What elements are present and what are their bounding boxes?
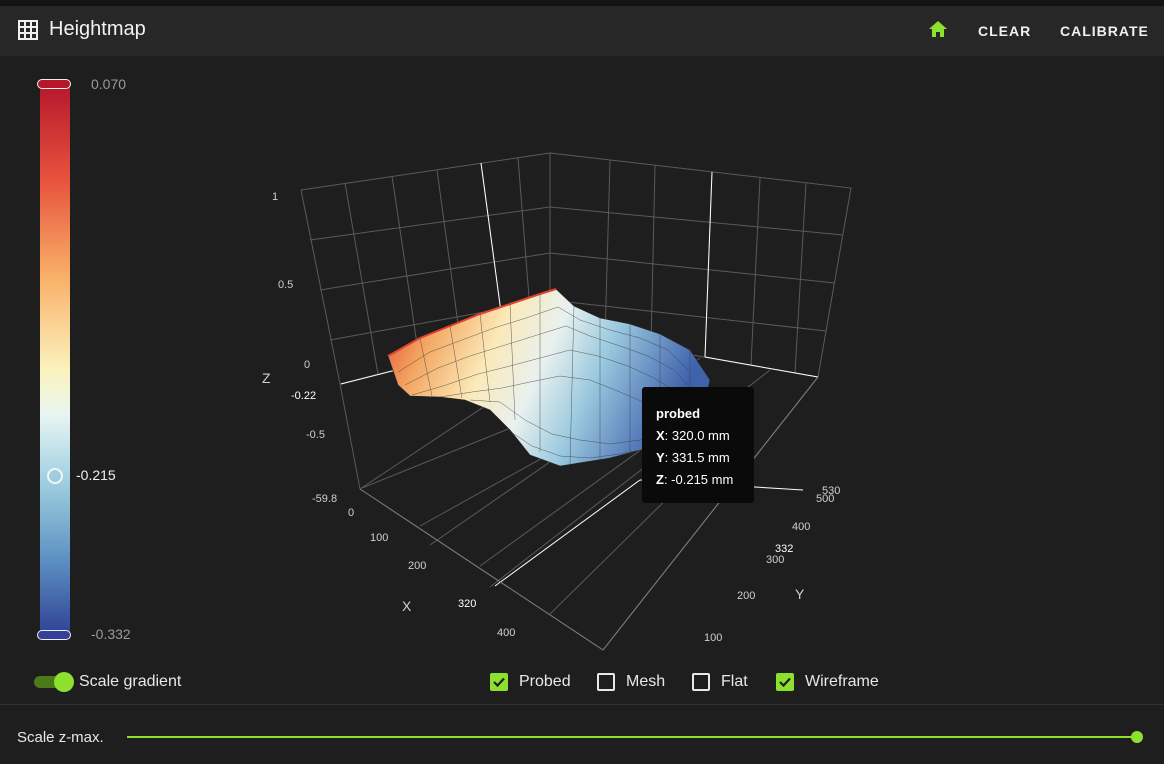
tooltip-x-row: X: 320.0 mm	[656, 425, 754, 447]
heightmap-panel: Heightmap CLEAR CALIBRATE 0.070 -0.215 -…	[0, 0, 1164, 764]
divider	[0, 704, 1164, 705]
x-tick-400: 400	[497, 627, 515, 639]
scale-max-handle[interactable]	[37, 79, 71, 89]
clear-button[interactable]: CLEAR	[974, 16, 1035, 46]
scale-gradient-label: Scale gradient	[79, 673, 182, 690]
z-axis-title: Z	[262, 370, 271, 386]
z-tick-1: 1	[272, 191, 278, 203]
scale-max-label: 0.070	[91, 76, 127, 92]
titlebar: Heightmap CLEAR CALIBRATE	[0, 0, 1164, 56]
y-tick-300: 300	[766, 554, 784, 566]
x-tick-0: 0	[348, 507, 354, 519]
z-tick-current: -0.22	[291, 390, 316, 402]
scale-marker-label: -0.215	[76, 467, 116, 483]
home-icon	[929, 21, 947, 37]
mesh-checkbox[interactable]	[597, 673, 615, 691]
y-tick-max: 530	[822, 485, 840, 497]
flat-label: Flat	[721, 673, 748, 690]
probed-label: Probed	[519, 673, 571, 690]
surface-plot[interactable]: Z X Y 1 0.5 0 -0.22 -0.5 -59.8 0 100 200…	[250, 140, 880, 660]
y-tick-400: 400	[792, 521, 810, 533]
z-tick-minus-0-5: -0.5	[306, 429, 325, 441]
color-scale-bar	[40, 83, 70, 637]
tooltip-y-value: : 331.5 mm	[664, 450, 730, 465]
tooltip-x-value: : 320.0 mm	[664, 428, 730, 443]
zmax-slider-thumb[interactable]	[1131, 731, 1143, 743]
tooltip-z-row: Z: -0.215 mm	[656, 469, 754, 491]
page-title: Heightmap	[49, 18, 146, 40]
scale-min-label: -0.332	[91, 626, 131, 642]
z-tick-0-5: 0.5	[278, 279, 293, 291]
toggle-knob	[54, 672, 74, 692]
wireframe-label: Wireframe	[805, 673, 879, 690]
check-icon	[493, 677, 505, 688]
z-tick-min: -59.8	[312, 493, 337, 505]
x-tick-200: 200	[408, 560, 426, 572]
probed-checkbox[interactable]	[490, 673, 508, 691]
tooltip-z-key: Z	[656, 472, 664, 487]
zmax-slider-track[interactable]	[127, 736, 1137, 738]
y-tick-200: 200	[737, 590, 755, 602]
scale-gradient-toggle[interactable]	[34, 672, 74, 692]
y-axis-title: Y	[795, 586, 805, 602]
point-tooltip: probed X: 320.0 mm Y: 331.5 mm Z: -0.215…	[642, 387, 754, 503]
grid-icon	[18, 20, 38, 40]
z-tick-0: 0	[304, 359, 310, 371]
scale-min-handle[interactable]	[37, 630, 71, 640]
wireframe-checkbox[interactable]	[776, 673, 794, 691]
tooltip-y-row: Y: 331.5 mm	[656, 447, 754, 469]
y-tick-current: 332	[775, 543, 793, 555]
scale-value-marker	[47, 468, 63, 484]
mesh-label: Mesh	[626, 673, 666, 690]
x-tick-current: 320	[458, 598, 476, 610]
flat-checkbox[interactable]	[692, 673, 710, 691]
calibrate-button[interactable]: CALIBRATE	[1056, 16, 1153, 46]
tooltip-y-key: Y	[656, 450, 665, 465]
tooltip-title: probed	[656, 406, 701, 421]
tooltip-z-value: : -0.215 mm	[663, 472, 734, 487]
zmax-slider-label: Scale z-max.	[17, 729, 104, 746]
x-axis-title: X	[402, 598, 412, 614]
check-icon	[779, 677, 791, 688]
y-tick-100: 100	[704, 632, 722, 644]
tooltip-x-key: X	[656, 428, 665, 443]
x-tick-100: 100	[370, 532, 388, 544]
home-button[interactable]	[922, 14, 954, 46]
